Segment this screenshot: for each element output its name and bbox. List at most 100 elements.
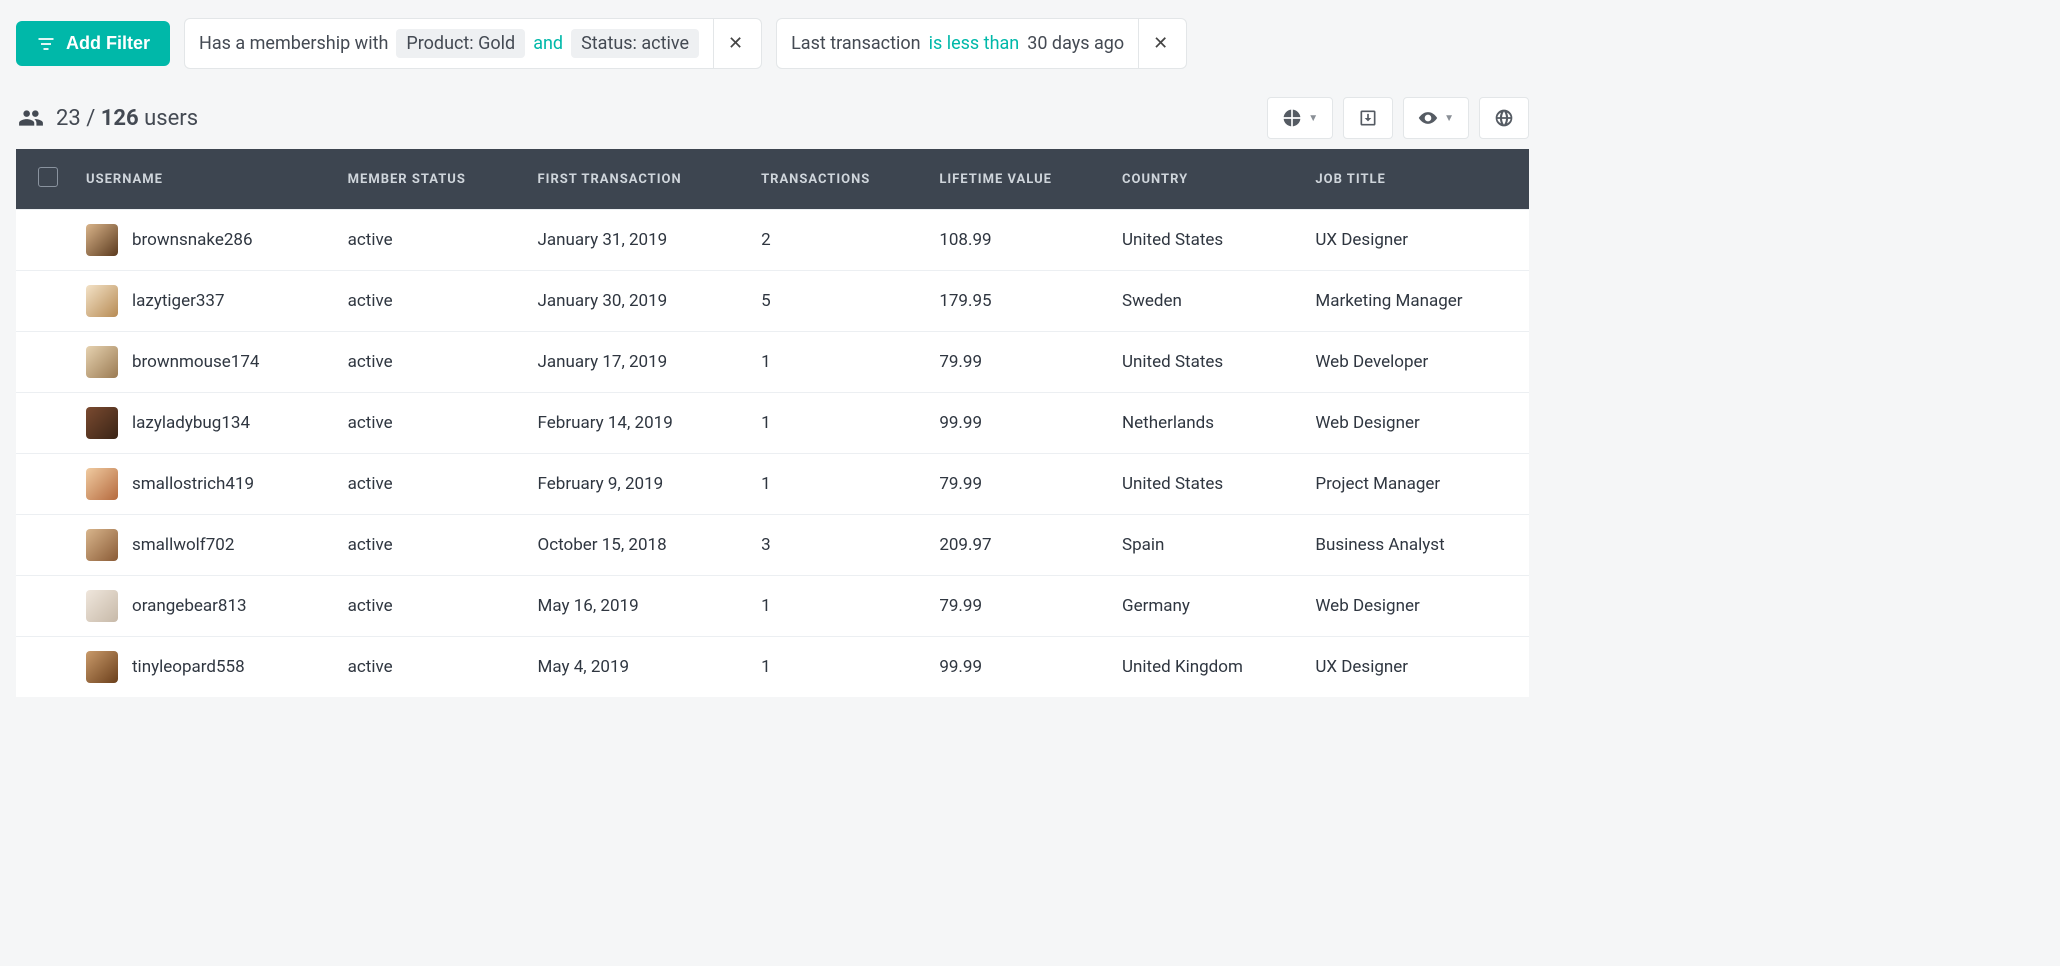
table-row[interactable]: smallwolf702 active October 15, 2018 3 2… bbox=[16, 515, 1529, 576]
job-title: Web Designer bbox=[1301, 576, 1529, 637]
member-status: active bbox=[334, 576, 524, 637]
username: smallostrich419 bbox=[132, 474, 254, 494]
chart-icon bbox=[1282, 108, 1302, 128]
transactions: 1 bbox=[747, 332, 925, 393]
export-icon bbox=[1358, 108, 1378, 128]
country: United States bbox=[1108, 210, 1301, 271]
member-status: active bbox=[334, 454, 524, 515]
avatar bbox=[86, 590, 118, 622]
member-status: active bbox=[334, 515, 524, 576]
filter-icon bbox=[36, 34, 56, 54]
table-row[interactable]: tinyleopard558 active May 4, 2019 1 99.9… bbox=[16, 637, 1529, 698]
col-member-status[interactable]: MEMBER STATUS bbox=[334, 149, 524, 210]
add-filter-label: Add Filter bbox=[66, 33, 150, 54]
filter-operator: and bbox=[533, 33, 563, 54]
col-first-transaction[interactable]: FIRST TRANSACTION bbox=[524, 149, 748, 210]
filter-text: 30 days ago bbox=[1027, 33, 1124, 54]
transactions: 3 bbox=[747, 515, 925, 576]
member-status: active bbox=[334, 637, 524, 698]
avatar bbox=[86, 529, 118, 561]
add-filter-button[interactable]: Add Filter bbox=[16, 21, 170, 66]
lifetime-value: 99.99 bbox=[925, 393, 1108, 454]
username: smallwolf702 bbox=[132, 535, 234, 555]
chart-button[interactable]: ▼ bbox=[1267, 97, 1333, 139]
avatar bbox=[86, 407, 118, 439]
count-total: 126 bbox=[101, 106, 139, 131]
filter-chip[interactable]: Has a membership withProduct: GoldandSta… bbox=[184, 18, 762, 69]
transactions: 1 bbox=[747, 576, 925, 637]
avatar bbox=[86, 346, 118, 378]
table-row[interactable]: lazyladybug134 active February 14, 2019 … bbox=[16, 393, 1529, 454]
country: Germany bbox=[1108, 576, 1301, 637]
job-title: UX Designer bbox=[1301, 210, 1529, 271]
member-status: active bbox=[334, 393, 524, 454]
globe-icon bbox=[1494, 108, 1514, 128]
job-title: Business Analyst bbox=[1301, 515, 1529, 576]
count-row: 23 / 126 users ▼ ▼ bbox=[0, 69, 1545, 149]
lifetime-value: 108.99 bbox=[925, 210, 1108, 271]
chevron-down-icon: ▼ bbox=[1444, 113, 1454, 124]
lifetime-value: 79.99 bbox=[925, 454, 1108, 515]
users-table-header: USERNAME MEMBER STATUS FIRST TRANSACTION… bbox=[16, 149, 1529, 210]
country: Sweden bbox=[1108, 271, 1301, 332]
col-transactions[interactable]: TRANSACTIONS bbox=[747, 149, 925, 210]
transactions: 2 bbox=[747, 210, 925, 271]
first-transaction: May 16, 2019 bbox=[524, 576, 748, 637]
table-row[interactable]: lazytiger337 active January 30, 2019 5 1… bbox=[16, 271, 1529, 332]
username: orangebear813 bbox=[132, 596, 247, 616]
chevron-down-icon: ▼ bbox=[1308, 113, 1318, 124]
eye-icon bbox=[1418, 108, 1438, 128]
filter-tag: Status: active bbox=[571, 29, 699, 58]
transactions: 1 bbox=[747, 637, 925, 698]
table-row[interactable]: smallostrich419 active February 9, 2019 … bbox=[16, 454, 1529, 515]
filter-chip[interactable]: Last transaction is less than 30 days ago ✕ bbox=[776, 18, 1187, 69]
avatar bbox=[86, 468, 118, 500]
first-transaction: May 4, 2019 bbox=[524, 637, 748, 698]
filter-tag: Product: Gold bbox=[396, 29, 525, 58]
lifetime-value: 99.99 bbox=[925, 637, 1108, 698]
member-status: active bbox=[334, 210, 524, 271]
table-row[interactable]: brownmouse174 active January 17, 2019 1 … bbox=[16, 332, 1529, 393]
close-icon[interactable]: ✕ bbox=[724, 33, 747, 54]
col-username[interactable]: USERNAME bbox=[72, 149, 334, 210]
job-title: Web Designer bbox=[1301, 393, 1529, 454]
close-icon[interactable]: ✕ bbox=[1149, 33, 1172, 54]
table-row[interactable]: orangebear813 active May 16, 2019 1 79.9… bbox=[16, 576, 1529, 637]
people-icon bbox=[18, 105, 44, 131]
member-status: active bbox=[334, 332, 524, 393]
transactions: 1 bbox=[747, 454, 925, 515]
first-transaction: February 14, 2019 bbox=[524, 393, 748, 454]
username: lazyladybug134 bbox=[132, 413, 250, 433]
count-shown: 23 bbox=[56, 106, 81, 131]
member-status: active bbox=[334, 271, 524, 332]
username: lazytiger337 bbox=[132, 291, 225, 311]
job-title: Project Manager bbox=[1301, 454, 1529, 515]
select-all-checkbox[interactable] bbox=[38, 167, 58, 187]
username: tinyleopard558 bbox=[132, 657, 245, 677]
filter-text: Last transaction bbox=[791, 33, 920, 54]
filter-operator: is less than bbox=[929, 33, 1020, 54]
table-row[interactable]: brownsnake286 active January 31, 2019 2 … bbox=[16, 210, 1529, 271]
transactions: 5 bbox=[747, 271, 925, 332]
country: United States bbox=[1108, 332, 1301, 393]
job-title: Marketing Manager bbox=[1301, 271, 1529, 332]
country: Netherlands bbox=[1108, 393, 1301, 454]
users-table: USERNAME MEMBER STATUS FIRST TRANSACTION… bbox=[16, 149, 1529, 697]
globe-button[interactable] bbox=[1479, 97, 1529, 139]
transactions: 1 bbox=[747, 393, 925, 454]
avatar bbox=[86, 285, 118, 317]
result-count: 23 / 126 users bbox=[18, 105, 198, 131]
lifetime-value: 209.97 bbox=[925, 515, 1108, 576]
col-lifetime-value[interactable]: LIFETIME VALUE bbox=[925, 149, 1108, 210]
avatar bbox=[86, 651, 118, 683]
toolbar: ▼ ▼ bbox=[1267, 97, 1529, 139]
export-button[interactable] bbox=[1343, 97, 1393, 139]
lifetime-value: 179.95 bbox=[925, 271, 1108, 332]
col-job-title[interactable]: JOB TITLE bbox=[1301, 149, 1529, 210]
col-country[interactable]: COUNTRY bbox=[1108, 149, 1301, 210]
lifetime-value: 79.99 bbox=[925, 576, 1108, 637]
visibility-button[interactable]: ▼ bbox=[1403, 97, 1469, 139]
country: United States bbox=[1108, 454, 1301, 515]
first-transaction: October 15, 2018 bbox=[524, 515, 748, 576]
first-transaction: February 9, 2019 bbox=[524, 454, 748, 515]
